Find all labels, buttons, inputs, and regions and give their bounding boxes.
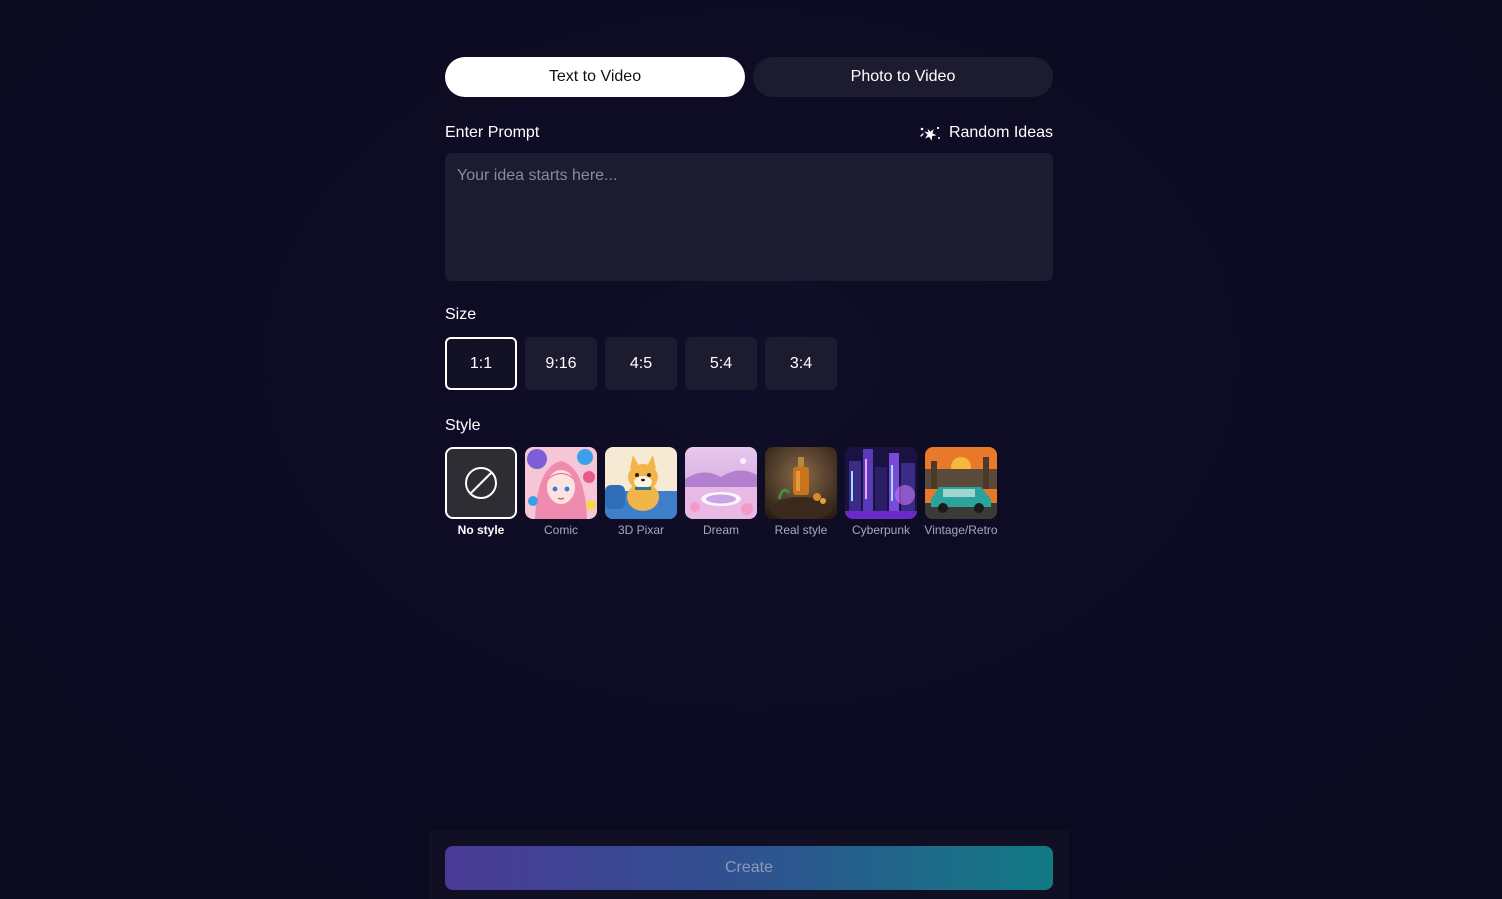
size-option-4-5[interactable]: 4:5	[605, 337, 677, 390]
mode-tabs: Text to Video Photo to Video	[445, 57, 1053, 97]
no-style-icon	[463, 465, 499, 501]
style-name: Dream	[702, 523, 739, 537]
size-options: 1:1 9:16 4:5 5:4 3:4	[445, 337, 1053, 390]
size-option-1-1[interactable]: 1:1	[445, 337, 517, 390]
create-button[interactable]: Create	[445, 846, 1053, 890]
style-name: Vintage/Retro	[924, 523, 998, 537]
style-option-comic[interactable]: Comic	[525, 447, 597, 537]
prompt-label: Enter Prompt	[445, 124, 540, 141]
vintage-retro-thumbnail	[925, 447, 997, 519]
style-option-3d-pixar[interactable]: 3D Pixar	[605, 447, 677, 537]
style-name: No style	[457, 523, 505, 537]
size-label: Size	[445, 306, 477, 323]
style-option-vintage-retro[interactable]: Vintage/Retro	[924, 447, 998, 537]
size-option-5-4[interactable]: 5:4	[685, 337, 757, 390]
size-option-3-4[interactable]: 3:4	[765, 337, 837, 390]
random-ideas-label: Random Ideas	[948, 124, 1053, 141]
3d-pixar-thumbnail	[605, 447, 677, 519]
no-style-thumbnail	[445, 447, 517, 519]
style-option-cyberpunk[interactable]: Cyberpunk	[845, 447, 917, 537]
style-option-no-style[interactable]: No style	[445, 447, 517, 537]
cyberpunk-thumbnail	[845, 447, 917, 519]
style-options: No style Comic 3D Pixar Dream Real style…	[445, 447, 1053, 537]
real-style-thumbnail	[765, 447, 837, 519]
page: Text to Video Photo to Video Enter Promp…	[0, 0, 1502, 899]
tab-text-to-video[interactable]: Text to Video	[445, 57, 745, 97]
style-name: Real style	[774, 523, 828, 537]
prompt-input[interactable]	[457, 167, 1041, 267]
style-name: Comic	[543, 523, 578, 537]
style-option-dream[interactable]: Dream	[685, 447, 757, 537]
style-option-real-style[interactable]: Real style	[765, 447, 837, 537]
comic-thumbnail	[525, 447, 597, 519]
dream-thumbnail	[685, 447, 757, 519]
style-label: Style	[445, 417, 481, 434]
generator-panel: Text to Video Photo to Video Enter Promp…	[445, 57, 1053, 537]
sparkle-dice-icon	[919, 124, 941, 142]
random-ideas-button[interactable]: Random Ideas	[919, 124, 1053, 142]
style-name: 3D Pixar	[617, 523, 664, 537]
tab-photo-to-video[interactable]: Photo to Video	[753, 57, 1053, 97]
size-option-9-16[interactable]: 9:16	[525, 337, 597, 390]
prompt-header: Enter Prompt Random Ideas	[445, 123, 1053, 143]
style-name: Cyberpunk	[851, 523, 911, 537]
prompt-field	[445, 153, 1053, 281]
